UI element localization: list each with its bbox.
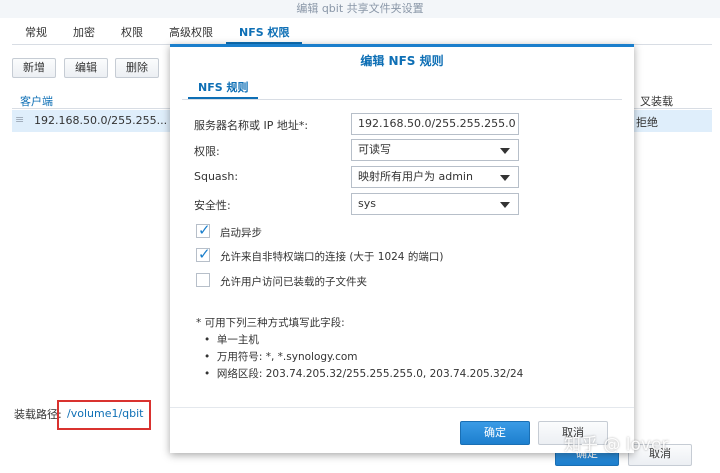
privilege-label: 权限: [194,145,220,158]
tab-bar: 常规 加密 权限 高级权限 NFS 权限 [12,22,712,45]
column-mount-partial[interactable]: 叉装载 [640,93,673,109]
edit-button[interactable]: 编辑 [64,58,108,78]
security-value: sys [358,197,376,210]
mount-path-value: /volume1/qbit [57,400,151,430]
subfolder-access-checkbox-row[interactable]: 允许用户访问已装载的子文件夹 [196,272,596,290]
help-note: * 可用下列三种方式填写此字段: [196,317,345,329]
security-label: 安全性: [194,199,231,212]
dialog-title: 编辑 NFS 规则 [360,54,444,68]
privilege-select[interactable]: 可读写 [351,139,519,161]
column-client[interactable]: 客户端 [20,93,53,109]
bullet-text: 万用符号: *, *.synology.com [216,351,358,363]
bullet-text: 单一主机 [216,334,259,346]
chevron-down-icon [500,202,510,208]
async-checkbox-row[interactable]: ✓ 启动异步 [196,221,596,241]
mount-path-label: 装载路径: [14,408,62,421]
squash-select[interactable]: 映射所有用户为 admin [351,166,519,188]
nonpriv-port-checkbox-row[interactable]: ✓ 允许来自非特权端口的连接 (大于 1024 的端口) [196,245,596,265]
delete-button[interactable]: 删除 [115,58,159,78]
host-row: 服务器名称或 IP 地址*: 192.168.50.0/255.255.255.… [194,113,614,135]
host-input[interactable]: 192.168.50.0/255.255.255.0 [351,113,519,135]
async-checkbox[interactable]: ✓ [196,221,211,239]
add-button[interactable]: 新增 [12,58,56,78]
row-client-value: 192.168.50.0/255.255... [34,114,168,127]
list-item: • 单一主机 [204,334,259,346]
window-title: 编辑 qbit 共享文件夹设置 [0,0,720,18]
dialog-tab-bar: NFS 规则 [182,79,622,100]
subfolder-access-label: 允许用户访问已装载的子文件夹 [220,276,367,288]
list-item: • 万用符号: *, *.synology.com [204,351,358,363]
squash-label: Squash: [194,170,239,183]
tab-nfs-rule[interactable]: NFS 规则 [188,79,259,99]
checkmark-icon: ✓ [198,221,211,239]
tab-general[interactable]: 常规 [12,22,60,44]
security-row: 安全性: sys [194,193,614,215]
subfolder-access-checkbox[interactable] [196,273,210,287]
watermark: 知乎 @ lover [564,435,669,455]
tab-encryption[interactable]: 加密 [60,22,108,44]
tab-advanced-permissions[interactable]: 高级权限 [156,22,226,44]
nonpriv-port-checkbox[interactable]: ✓ [196,245,211,263]
security-select[interactable]: sys [351,193,519,215]
privilege-value: 可读写 [358,143,391,156]
drag-handle-icon[interactable]: ≡ [15,113,24,126]
privilege-row: 权限: 可读写 [194,139,614,161]
async-label: 启动异步 [220,227,262,239]
edit-nfs-rule-dialog: 编辑 NFS 规则 NFS 规则 服务器名称或 IP 地址*: 192.168.… [170,44,634,453]
dialog-ok-button[interactable]: 确定 [460,421,530,445]
squash-row: Squash: 映射所有用户为 admin [194,166,614,188]
row-mount-value: 拒绝 [636,116,658,129]
checkmark-icon: ✓ [198,245,211,263]
nonpriv-port-label: 允许来自非特权端口的连接 (大于 1024 的端口) [220,251,444,263]
bullet-text: 网络区段: 203.74.205.32/255.255.255.0, 203.7… [216,368,524,380]
squash-value: 映射所有用户为 admin [358,170,473,183]
host-label: 服务器名称或 IP 地址*: [194,119,309,132]
dialog-divider [170,407,634,408]
tab-nfs-permissions[interactable]: NFS 权限 [226,22,303,44]
list-item: • 网络区段: 203.74.205.32/255.255.255.0, 203… [204,368,524,380]
tab-permissions[interactable]: 权限 [108,22,156,44]
chevron-down-icon [500,148,510,154]
chevron-down-icon [500,175,510,181]
